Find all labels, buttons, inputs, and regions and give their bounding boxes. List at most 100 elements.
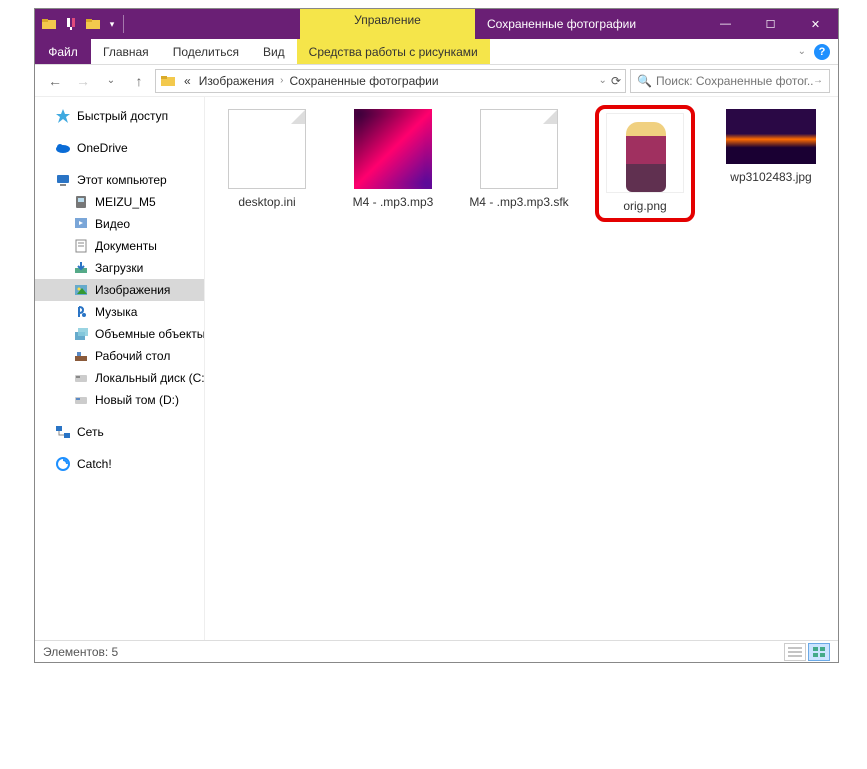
sidebar-item-pc-child[interactable]: Рабочий стол xyxy=(35,345,204,367)
tab-view[interactable]: Вид xyxy=(251,39,297,64)
search-input[interactable] xyxy=(656,74,813,88)
sidebar-item-network[interactable]: Сеть xyxy=(35,421,204,443)
titlebar: ▾ Управление Сохраненные фотографии — ☐ … xyxy=(35,9,838,39)
file-tab[interactable]: Файл xyxy=(35,39,91,64)
breadcrumb-part[interactable]: Сохраненные фотографии xyxy=(285,74,442,88)
chevron-down-icon[interactable]: ⌄ xyxy=(597,75,609,86)
sidebar-item-label: MEIZU_M5 xyxy=(95,195,156,209)
catch-icon xyxy=(55,456,71,472)
context-tab-label: Управление xyxy=(354,13,421,27)
file-thumbnail xyxy=(606,113,684,193)
star-icon xyxy=(55,108,71,124)
search-arrow-icon[interactable]: → xyxy=(813,75,823,86)
sidebar-item-label: Рабочий стол xyxy=(95,349,170,363)
help-icon[interactable]: ? xyxy=(814,44,830,60)
pin-icon[interactable] xyxy=(63,16,79,32)
sidebar-item-pc-child[interactable]: Локальный диск (C:) xyxy=(35,367,204,389)
forward-button[interactable]: → xyxy=(71,69,95,93)
sidebar-item-pc-child[interactable]: MEIZU_M5 xyxy=(35,191,204,213)
recent-dropdown-icon[interactable]: ⌄ xyxy=(99,69,123,93)
file-item[interactable]: M4 - .mp3.mp3 xyxy=(343,109,443,210)
item-icon xyxy=(73,238,89,254)
item-icon xyxy=(73,194,89,210)
sidebar-item-pc-child[interactable]: Изображения xyxy=(35,279,204,301)
sidebar-item-catch[interactable]: Catch! xyxy=(35,453,204,475)
item-count: Элементов: 5 xyxy=(43,645,118,659)
refresh-icon[interactable]: ⟳ xyxy=(611,74,621,88)
file-name: desktop.ini xyxy=(217,195,317,210)
pc-icon xyxy=(55,172,71,188)
file-item[interactable]: wp3102483.jpg xyxy=(721,109,821,185)
context-tab-header: Управление xyxy=(300,9,475,39)
file-grid[interactable]: desktop.ini M4 - .mp3.mp3 M4 - .mp3.mp3.sf… xyxy=(205,97,838,640)
view-details-button[interactable] xyxy=(784,643,806,661)
up-button[interactable]: ↑ xyxy=(127,69,151,93)
folder-icon xyxy=(41,16,57,32)
sidebar-item-pc-child[interactable]: Музыка xyxy=(35,301,204,323)
sidebar-item-pc-child[interactable]: Новый том (D:) xyxy=(35,389,204,411)
sidebar-item-quick-access[interactable]: Быстрый доступ xyxy=(35,105,204,127)
ribbon-collapse-icon[interactable]: ⌄ xyxy=(798,46,806,57)
sidebar-item-label: Новый том (D:) xyxy=(95,393,179,407)
file-name: M4 - .mp3.mp3 xyxy=(343,195,443,210)
tab-home[interactable]: Главная xyxy=(91,39,161,64)
file-thumbnail xyxy=(726,109,816,164)
sidebar-item-pc-child[interactable]: Видео xyxy=(35,213,204,235)
breadcrumb[interactable]: « Изображения › Сохраненные фотографии ⌄… xyxy=(155,69,626,93)
view-large-icons-button[interactable] xyxy=(808,643,830,661)
file-thumbnail xyxy=(228,109,306,189)
sidebar-item-label: OneDrive xyxy=(77,141,128,155)
sidebar-item-label: Локальный диск (C:) xyxy=(95,371,204,385)
sidebar-item-pc-child[interactable]: Загрузки xyxy=(35,257,204,279)
item-icon xyxy=(73,260,89,276)
tab-picture-tools[interactable]: Средства работы с рисунками xyxy=(297,39,490,64)
item-icon xyxy=(73,370,89,386)
breadcrumb-part[interactable]: Изображения xyxy=(195,74,278,88)
folder-small-icon[interactable] xyxy=(85,16,101,32)
sidebar-item-pc-child[interactable]: Документы xyxy=(35,235,204,257)
chevron-right-icon: › xyxy=(278,75,285,86)
separator xyxy=(123,15,124,33)
item-icon xyxy=(73,392,89,408)
file-name: wp3102483.jpg xyxy=(721,170,821,185)
search-box[interactable]: 🔍 → xyxy=(630,69,830,93)
file-item[interactable]: desktop.ini xyxy=(217,109,317,210)
statusbar: Элементов: 5 xyxy=(35,640,838,662)
sidebar-item-label: Изображения xyxy=(95,283,170,297)
sidebar-item-label: Сеть xyxy=(77,425,104,439)
sidebar-item-this-pc[interactable]: Этот компьютер xyxy=(35,169,204,191)
cloud-icon xyxy=(55,140,71,156)
item-icon xyxy=(73,348,89,364)
file-name: M4 - .mp3.mp3.sfk xyxy=(469,195,569,210)
breadcrumb-prefix: « xyxy=(180,74,195,88)
search-icon: 🔍 xyxy=(637,74,652,88)
window-title: Сохраненные фотографии xyxy=(475,9,703,39)
item-icon xyxy=(73,326,89,342)
network-icon xyxy=(55,424,71,440)
file-item[interactable]: orig.png xyxy=(595,109,695,222)
window: ▾ Управление Сохраненные фотографии — ☐ … xyxy=(34,8,839,663)
body: Быстрый доступ OneDrive Этот компьютер M… xyxy=(35,97,838,640)
sidebar-item-label: Объемные объекты xyxy=(95,327,204,341)
maximize-button[interactable]: ☐ xyxy=(748,9,793,39)
address-bar: ← → ⌄ ↑ « Изображения › Сохраненные фото… xyxy=(35,65,838,97)
sidebar-item-pc-child[interactable]: Объемные объекты xyxy=(35,323,204,345)
minimize-button[interactable]: — xyxy=(703,9,748,39)
sidebar-item-onedrive[interactable]: OneDrive xyxy=(35,137,204,159)
sidebar-item-label: Музыка xyxy=(95,305,137,319)
tab-share[interactable]: Поделиться xyxy=(161,39,251,64)
folder-icon xyxy=(160,73,176,89)
file-item[interactable]: M4 - .mp3.mp3.sfk xyxy=(469,109,569,210)
item-icon xyxy=(73,282,89,298)
close-button[interactable]: ✕ xyxy=(793,9,838,39)
sidebar: Быстрый доступ OneDrive Этот компьютер M… xyxy=(35,97,205,640)
quick-access-toolbar: ▾ xyxy=(35,9,130,39)
back-button[interactable]: ← xyxy=(43,69,67,93)
sidebar-item-label: Быстрый доступ xyxy=(77,109,168,123)
sidebar-item-label: Загрузки xyxy=(95,261,143,275)
item-icon xyxy=(73,304,89,320)
sidebar-item-label: Видео xyxy=(95,217,130,231)
ribbon: Файл Главная Поделиться Вид Средства раб… xyxy=(35,39,838,65)
highlight-annotation: orig.png xyxy=(595,105,695,222)
qat-dropdown-icon[interactable]: ▾ xyxy=(107,9,117,39)
